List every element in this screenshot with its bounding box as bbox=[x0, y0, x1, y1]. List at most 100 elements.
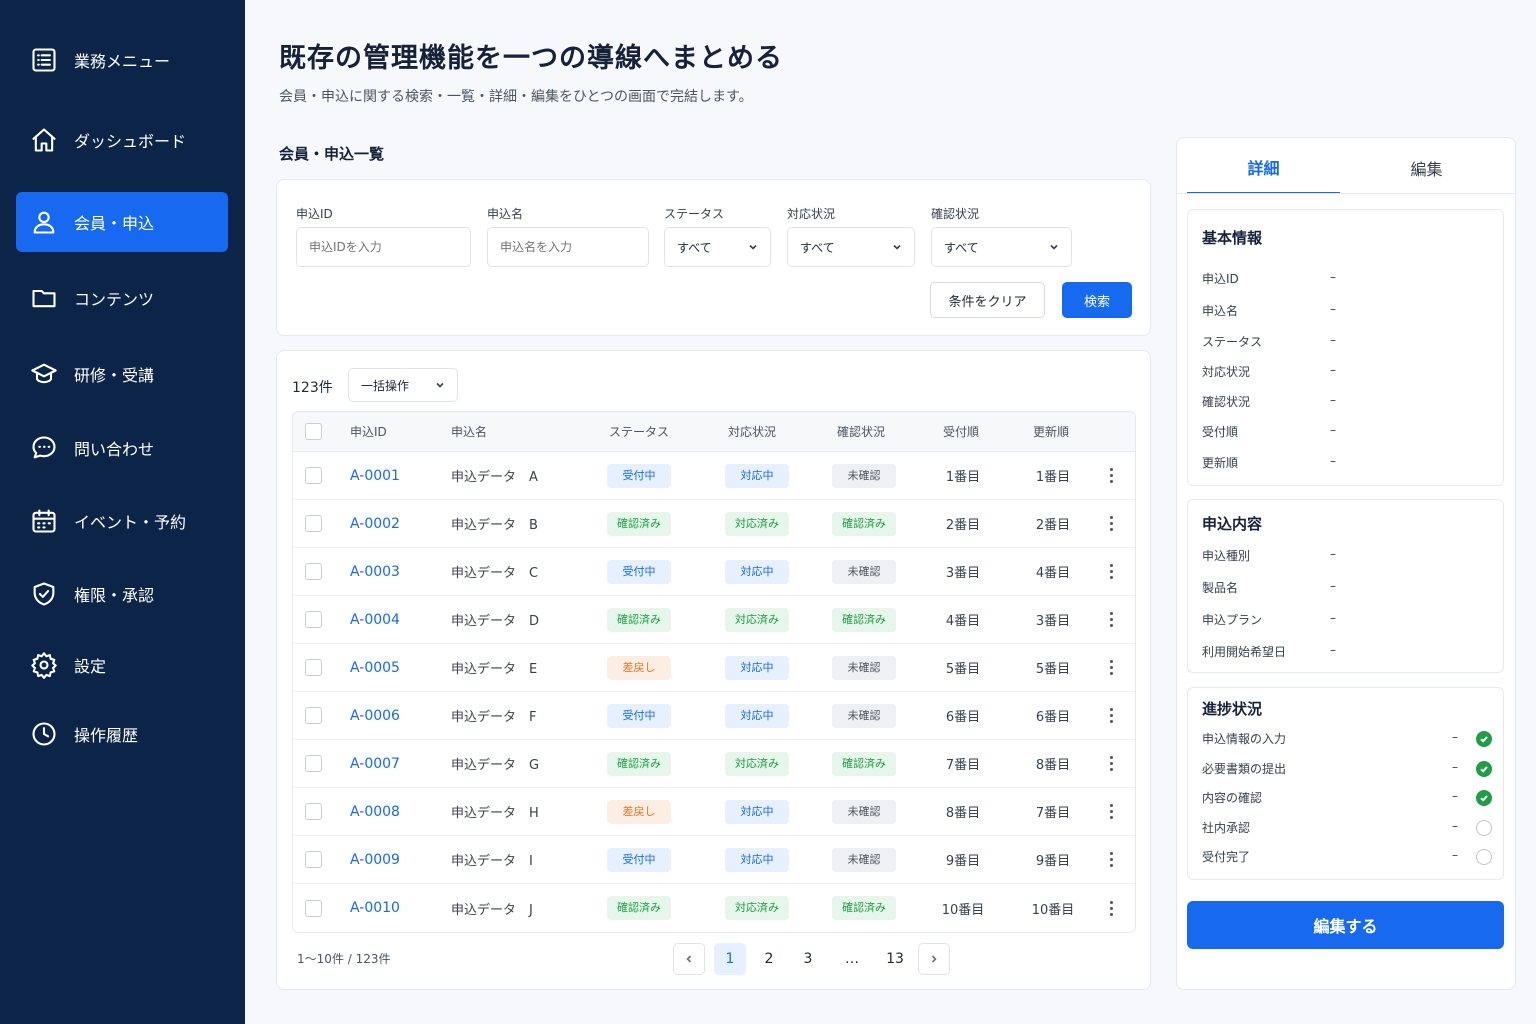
table-row[interactable]: A-0008 申込データ H 差戻し 対応中 未確認 8番目 7番目 bbox=[293, 788, 1135, 836]
tab-detail[interactable]: 詳細 bbox=[1187, 142, 1340, 194]
sidebar-item-settings[interactable]: 設定 bbox=[16, 635, 228, 695]
table-row[interactable]: A-0001 申込データ A 受付中 対応中 未確認 1番目 1番目 bbox=[293, 452, 1135, 500]
table-row[interactable]: A-0003 申込データ C 受付中 対応中 未確認 3番目 4番目 bbox=[293, 548, 1135, 596]
more-vertical-icon[interactable] bbox=[1103, 656, 1119, 680]
sidebar-item-history[interactable]: 操作履歴 bbox=[16, 704, 228, 764]
sidebar-item-dashboard[interactable]: ダッシュボード bbox=[16, 110, 228, 170]
sidebar-item-inquiries[interactable]: 問い合わせ bbox=[16, 418, 228, 478]
application-id-link[interactable]: A-0009 bbox=[350, 852, 400, 868]
filter-handling-select[interactable]: すべて bbox=[787, 227, 915, 267]
progress-title: 進捗状況 bbox=[1202, 700, 1263, 718]
field-value: – bbox=[1330, 454, 1336, 468]
row-checkbox[interactable] bbox=[305, 803, 322, 820]
column-header[interactable]: 確認状況 bbox=[837, 412, 885, 451]
more-vertical-icon[interactable] bbox=[1103, 848, 1119, 872]
page-button[interactable]: 13 bbox=[879, 943, 911, 975]
user-icon bbox=[30, 208, 58, 236]
gear-icon bbox=[30, 651, 58, 679]
status-badge: 確認済み bbox=[607, 896, 671, 920]
application-id-link[interactable]: A-0008 bbox=[350, 804, 400, 820]
select-all-checkbox[interactable] bbox=[305, 423, 322, 440]
application-id-link[interactable]: A-0006 bbox=[350, 708, 400, 724]
more-vertical-icon[interactable] bbox=[1103, 512, 1119, 536]
table-row[interactable]: A-0006 申込データ F 受付中 対応中 未確認 6番目 6番目 bbox=[293, 692, 1135, 740]
filter-confirm-select[interactable]: すべて bbox=[931, 227, 1072, 267]
handling-badge: 対応中 bbox=[725, 463, 789, 488]
application-id-link[interactable]: A-0005 bbox=[350, 660, 400, 676]
filter-status-label: ステータス bbox=[664, 207, 725, 221]
sidebar-item-training[interactable]: 研修・受講 bbox=[16, 344, 228, 404]
column-header[interactable]: 受付順 bbox=[943, 412, 979, 451]
column-header[interactable]: 対応状況 bbox=[728, 412, 776, 451]
next-page-button[interactable] bbox=[918, 943, 950, 975]
page-button[interactable]: 1 bbox=[714, 943, 746, 975]
table-row[interactable]: A-0010 申込データ J 確認済み 対応済み 確認済み 10番目 10番目 bbox=[293, 884, 1135, 932]
sidebar-item-events[interactable]: イベント・予約 bbox=[16, 491, 228, 551]
application-id-link[interactable]: A-0003 bbox=[350, 564, 400, 580]
sidebar-item-label: 業務メニュー bbox=[74, 52, 171, 71]
handling-badge: 対応済み bbox=[725, 751, 789, 776]
row-checkbox[interactable] bbox=[305, 515, 322, 532]
table-row[interactable]: A-0007 申込データ G 確認済み 対応済み 確認済み 7番目 8番目 bbox=[293, 740, 1135, 788]
application-id-link[interactable]: A-0007 bbox=[350, 756, 400, 772]
sidebar-item-contents[interactable]: コンテンツ bbox=[16, 268, 228, 328]
filter-confirm-value: すべて bbox=[944, 240, 979, 255]
filter-status-select[interactable]: すべて bbox=[664, 227, 771, 267]
received-order: 5番目 bbox=[945, 662, 981, 677]
chat-bubble-icon bbox=[30, 434, 58, 462]
more-vertical-icon[interactable] bbox=[1103, 560, 1119, 584]
more-vertical-icon[interactable] bbox=[1103, 464, 1119, 488]
status-badge: 確認済み bbox=[607, 751, 671, 776]
edit-button[interactable]: 編集する bbox=[1187, 901, 1504, 949]
row-checkbox[interactable] bbox=[305, 899, 322, 917]
row-checkbox[interactable] bbox=[305, 707, 322, 724]
page-button[interactable]: 3 bbox=[792, 943, 824, 975]
updated-order: 3番目 bbox=[1035, 614, 1071, 629]
more-vertical-icon[interactable] bbox=[1103, 704, 1119, 728]
application-name: 申込データ J bbox=[451, 902, 533, 918]
more-vertical-icon[interactable] bbox=[1103, 752, 1119, 776]
sidebar-item-business-menu[interactable]: 業務メニュー bbox=[16, 30, 228, 90]
row-checkbox[interactable] bbox=[305, 563, 322, 580]
clear-filters-button[interactable]: 条件をクリア bbox=[930, 282, 1045, 318]
column-header[interactable]: 申込名 bbox=[451, 412, 487, 451]
row-checkbox[interactable] bbox=[305, 467, 322, 484]
table-row[interactable]: A-0009 申込データ I 受付中 対応中 未確認 9番目 9番目 bbox=[293, 836, 1135, 884]
sidebar-item-permissions[interactable]: 権限・承認 bbox=[16, 564, 228, 624]
check-circle-icon bbox=[1476, 790, 1492, 806]
filter-confirm-label: 確認状況 bbox=[931, 207, 980, 221]
tab-edit[interactable]: 編集 bbox=[1350, 142, 1503, 194]
application-id-link[interactable]: A-0010 bbox=[350, 900, 400, 916]
column-header[interactable]: 更新順 bbox=[1033, 412, 1069, 451]
table-row[interactable]: A-0002 申込データ B 確認済み 対応済み 確認済み 2番目 2番目 bbox=[293, 500, 1135, 548]
field-value: – bbox=[1330, 333, 1336, 347]
updated-order: 4番目 bbox=[1035, 566, 1071, 581]
sidebar-item-label: 操作履歴 bbox=[74, 726, 139, 745]
filter-id-input[interactable] bbox=[296, 227, 471, 267]
application-id-link[interactable]: A-0004 bbox=[350, 612, 400, 628]
row-checkbox[interactable] bbox=[305, 659, 322, 676]
row-checkbox[interactable] bbox=[305, 611, 322, 628]
application-id-link[interactable]: A-0001 bbox=[350, 468, 400, 484]
more-vertical-icon[interactable] bbox=[1103, 800, 1119, 824]
bulk-action-select[interactable]: 一括操作 bbox=[348, 368, 458, 402]
field-value: – bbox=[1330, 270, 1336, 284]
application-name: 申込データ B bbox=[451, 518, 538, 533]
column-header[interactable]: 申込ID bbox=[350, 412, 387, 451]
row-checkbox[interactable] bbox=[305, 851, 322, 868]
column-header[interactable]: ステータス bbox=[609, 412, 669, 451]
table-row[interactable]: A-0004 申込データ D 確認済み 対応済み 確認済み 4番目 3番目 bbox=[293, 596, 1135, 644]
filter-name-input[interactable] bbox=[487, 227, 649, 267]
more-vertical-icon[interactable] bbox=[1103, 608, 1119, 632]
page-button[interactable]: 2 bbox=[753, 943, 785, 975]
sidebar-item-label: 研修・受講 bbox=[74, 366, 155, 385]
application-id-link[interactable]: A-0002 bbox=[350, 516, 400, 532]
search-button[interactable]: 検索 bbox=[1062, 282, 1132, 318]
row-checkbox[interactable] bbox=[305, 755, 322, 772]
more-vertical-icon[interactable] bbox=[1103, 896, 1119, 920]
graduation-cap-icon bbox=[30, 360, 58, 388]
status-badge: 確認済み bbox=[607, 607, 671, 632]
prev-page-button[interactable] bbox=[673, 943, 705, 975]
table-row[interactable]: A-0005 申込データ E 差戻し 対応中 未確認 5番目 5番目 bbox=[293, 644, 1135, 692]
sidebar-item-members[interactable]: 会員・申込 bbox=[16, 192, 228, 252]
